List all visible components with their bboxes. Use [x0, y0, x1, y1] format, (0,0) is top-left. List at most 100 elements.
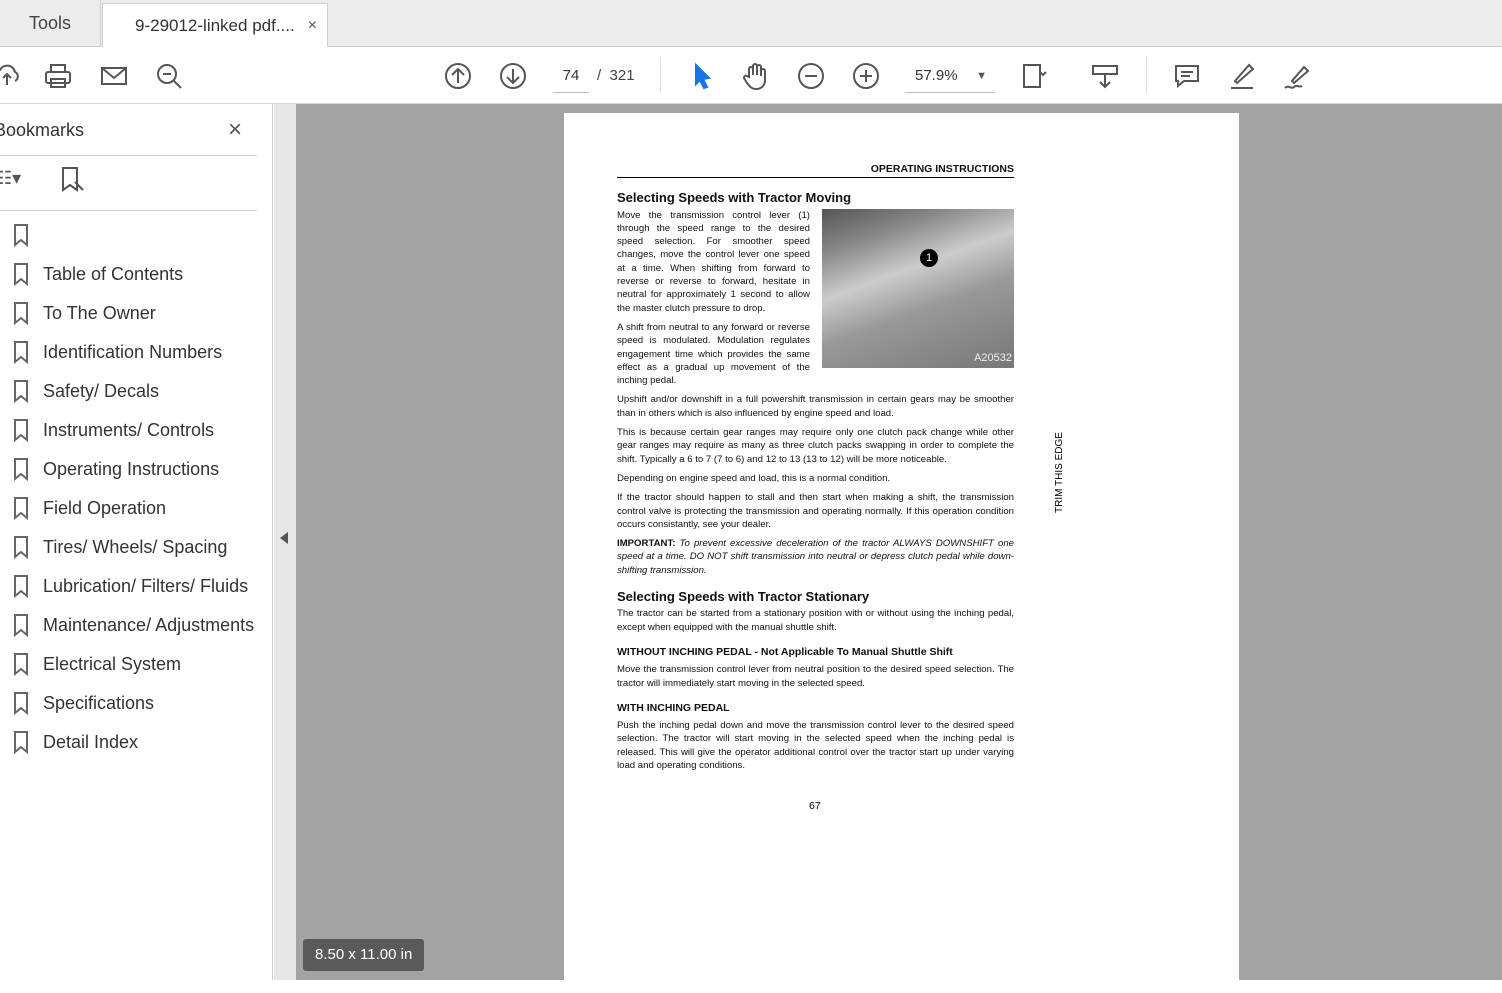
bookmark-icon — [14, 263, 28, 286]
bookmark-label: Table of Contents — [43, 263, 184, 284]
bookmark-icon — [14, 224, 28, 247]
search-icon[interactable] — [154, 61, 184, 91]
page-fit-icon[interactable] — [1020, 61, 1050, 91]
subheading: WITHOUT INCHING PEDAL - Not Applicable T… — [617, 645, 953, 658]
bookmark-label: Maintenance/ Adjustments — [43, 614, 255, 635]
divider — [0, 155, 257, 156]
panel-collapse-handle[interactable] — [274, 104, 296, 980]
zoom-value: 57.9% — [915, 67, 958, 84]
page-size-badge: 8.50 x 11.00 in — [303, 939, 425, 971]
paragraph: The tractor can be started from a statio… — [617, 608, 1014, 633]
previous-page-icon[interactable] — [443, 61, 473, 91]
pdf-page: OPERATING INSTRUCTIONS Selecting Speeds … — [564, 113, 1239, 993]
tab-bar: Tools 9-29012-linked pdf.... × — [0, 0, 1502, 47]
bookmark-label: Identification Numbers — [43, 341, 223, 362]
bookmark-item[interactable]: Table of Contents — [12, 259, 183, 289]
bookmark-icon — [14, 341, 28, 364]
next-page-icon[interactable] — [498, 61, 528, 91]
bookmark-label: Specifications — [43, 692, 155, 713]
bookmark-item[interactable]: Specifications — [12, 688, 154, 718]
bookmark-icon — [14, 692, 28, 715]
bookmark-icon — [14, 614, 28, 637]
highlight-icon[interactable] — [1227, 61, 1257, 91]
paragraph: Push the inching pedal down and move the… — [617, 720, 1014, 771]
bookmark-label: Safety/ Decals — [43, 380, 160, 401]
bookmark-label: Operating Instructions — [43, 458, 220, 479]
email-icon[interactable] — [99, 61, 129, 91]
paragraph: Upshift and/or downshift in a full power… — [617, 394, 1014, 419]
bookmark-item[interactable]: Detail Index — [12, 727, 138, 757]
photo-label: A20532 — [974, 352, 1012, 365]
divider — [1146, 57, 1147, 93]
trim-edge-note: TRIM THIS EDGE — [1054, 432, 1065, 513]
bookmark-label: Lubrication/ Filters/ Fluids — [43, 575, 249, 596]
bookmark-item[interactable]: Tires/ Wheels/ Spacing — [12, 532, 227, 562]
bookmark-icon — [14, 731, 28, 754]
bookmark-item[interactable]: Electrical System — [12, 649, 181, 679]
upload-icon[interactable] — [0, 61, 22, 91]
paragraph: This is because certain gear ranges may … — [617, 427, 1014, 465]
bookmark-item[interactable] — [12, 220, 43, 250]
paragraph: Move the transmission control lever from… — [617, 664, 1014, 689]
zoom-out-icon[interactable] — [796, 61, 826, 91]
zoom-dropdown[interactable]: 57.9% ▼ — [905, 59, 995, 93]
select-cursor-icon[interactable] — [687, 61, 717, 91]
bookmark-item[interactable]: Lubrication/ Filters/ Fluids — [12, 571, 248, 601]
page-total-value: 321 — [609, 67, 635, 84]
callout-number: 1 — [920, 248, 938, 267]
paragraph: Depending on engine speed and load, this… — [617, 472, 891, 484]
toolbar: 74 / 321 57.9% ▼ — [0, 47, 1502, 104]
close-panel-icon[interactable]: × — [228, 116, 242, 144]
bookmark-label: Electrical System — [43, 653, 182, 674]
scroll-mode-icon[interactable] — [1090, 61, 1120, 91]
bookmark-item[interactable]: Instruments/ Controls — [12, 415, 214, 445]
document-view[interactable]: OPERATING INSTRUCTIONS Selecting Speeds … — [296, 104, 1502, 993]
bookmark-label: Instruments/ Controls — [43, 419, 215, 440]
page-number-input[interactable]: 74 — [553, 59, 589, 93]
add-bookmark-icon[interactable] — [60, 166, 86, 199]
page-number: 67 — [809, 800, 821, 812]
panel-title: Bookmarks — [0, 120, 85, 140]
close-tab-icon[interactable]: × — [308, 17, 317, 35]
bookmark-label: Detail Index — [43, 731, 139, 752]
bookmark-icon — [14, 458, 28, 481]
important-note: IMPORTANT: To prevent excessive decelera… — [617, 537, 1014, 577]
bookmark-item[interactable]: Operating Instructions — [12, 454, 219, 484]
bookmark-icon — [14, 419, 28, 442]
bookmark-icon — [14, 302, 28, 325]
print-icon[interactable] — [43, 61, 73, 91]
chevron-down-icon: ▼ — [976, 70, 987, 82]
tab-tools[interactable]: Tools — [0, 0, 101, 47]
bookmark-icon — [14, 653, 28, 676]
bookmark-item[interactable]: To The Owner — [12, 298, 156, 328]
page-total: / 321 — [597, 59, 635, 93]
page-separator: / — [597, 67, 602, 84]
transmission-lever-photo: 1 A20532 — [822, 208, 1014, 368]
bookmark-label: Field Operation — [43, 497, 167, 518]
bookmark-options-icon[interactable]: ☷▾ — [0, 168, 21, 189]
bookmark-item[interactable]: Maintenance/ Adjustments — [12, 610, 254, 640]
important-text: To prevent excessive deceleration of the… — [617, 538, 1015, 576]
bookmark-item[interactable]: Field Operation — [12, 493, 166, 523]
divider — [0, 210, 257, 211]
tab-tools-label: Tools — [28, 13, 72, 33]
collapse-arrow-icon — [280, 532, 288, 544]
bookmark-icon — [14, 575, 28, 598]
bookmark-item[interactable]: Safety/ Decals — [12, 376, 159, 406]
heading-tractor-moving: Selecting Speeds with Tractor Moving — [617, 190, 852, 206]
bookmark-label: Tires/ Wheels/ Spacing — [43, 536, 228, 557]
comment-icon[interactable] — [1172, 61, 1202, 91]
tab-document[interactable]: 9-29012-linked pdf.... × — [102, 3, 328, 47]
bookmark-icon — [14, 497, 28, 520]
running-head: OPERATING INSTRUCTIONS — [617, 163, 1014, 179]
bookmarks-panel: Bookmarks × ☷▾ Table of Contents To The O… — [0, 104, 273, 980]
bookmark-label: To The Owner — [43, 302, 156, 323]
bookmark-item[interactable]: Identification Numbers — [12, 337, 222, 367]
subheading: WITH INCHING PEDAL — [617, 701, 730, 714]
bookmark-icon — [14, 380, 28, 403]
sign-icon[interactable] — [1282, 61, 1312, 91]
zoom-in-icon[interactable] — [851, 61, 881, 91]
hand-tool-icon[interactable] — [741, 61, 771, 91]
bookmark-icon — [14, 536, 28, 559]
important-label: IMPORTANT: — [617, 538, 676, 550]
